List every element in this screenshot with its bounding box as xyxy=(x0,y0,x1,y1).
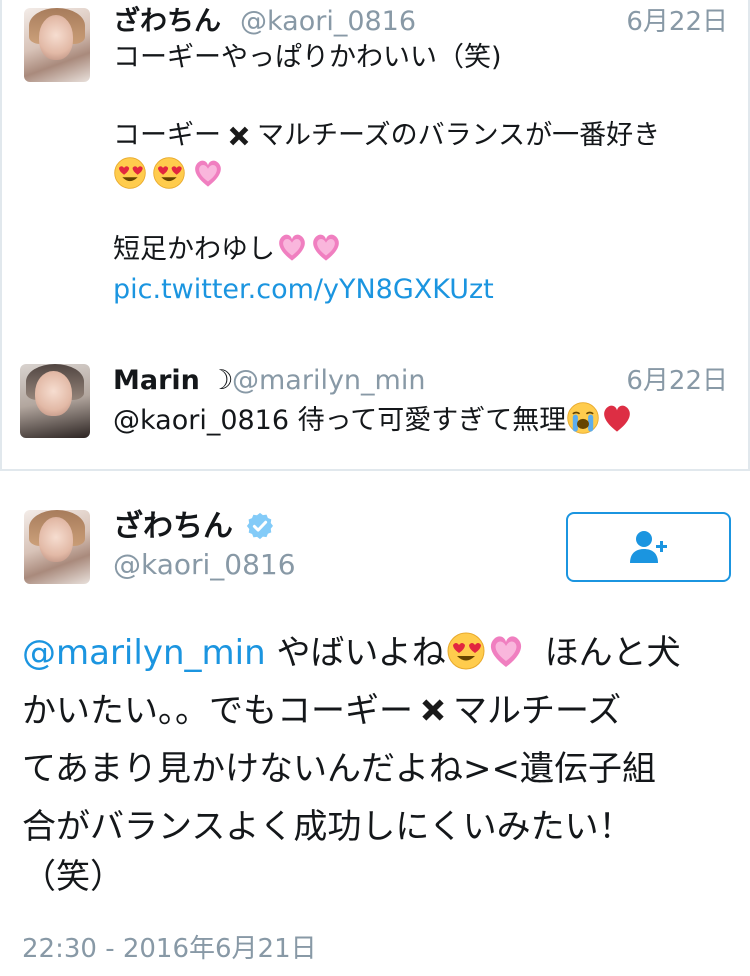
red-heart-emoji xyxy=(600,401,634,435)
reply-author-name[interactable]: Marin ☽ xyxy=(113,364,234,398)
heart-eyes-emoji xyxy=(152,156,186,190)
tweet1-media-link[interactable]: pic.twitter.com/yYN8GXKUzt xyxy=(113,272,494,307)
heart-eyes-emoji xyxy=(113,156,147,190)
main-tweet-line1: @marilyn_min やばいよね ほんと犬 xyxy=(22,624,681,682)
reply-text-body: @kaori_0816 待って可愛すぎて無理 xyxy=(113,405,567,436)
main-tweet-line3: てあまり見かけないんだよね><遺伝子組 xyxy=(22,749,656,789)
tweet1-line1: コーギーやっぱりかわいい（笑) xyxy=(113,42,502,73)
main-tweet-line5: （笑） xyxy=(22,857,124,897)
heart-eyes-emoji xyxy=(446,631,486,671)
tweet1-emoji-row xyxy=(113,156,225,192)
moon-symbol: ☽ xyxy=(209,365,234,396)
growing-heart-emoji xyxy=(309,230,343,264)
tweet1-author-name[interactable]: ざわちん xyxy=(113,5,221,39)
avatar-zawachin-main[interactable] xyxy=(24,510,90,584)
tweet1-line2-part-b: マルチーズのバランスが一番好き xyxy=(257,120,661,151)
tweet1-line4-text: 短足かわゆし xyxy=(113,234,275,265)
reply-author-name-text: Marin xyxy=(113,365,200,396)
growing-heart-emoji xyxy=(486,631,526,671)
main-author-name[interactable]: ざわちん xyxy=(113,508,275,546)
tweet-timestamp[interactable]: 22:30 - 2016年6月21日 xyxy=(22,931,317,967)
tweet1-author-handle[interactable]: @kaori_0816 xyxy=(240,5,416,39)
reply-text: @kaori_0816 待って可愛すぎて無理 xyxy=(113,401,634,438)
growing-heart-emoji xyxy=(191,156,225,190)
heavy-x-icon xyxy=(225,122,253,150)
follow-button[interactable] xyxy=(566,512,731,582)
main-line2-part-b: マルチーズ xyxy=(453,691,622,731)
avatar-marin[interactable] xyxy=(20,364,90,438)
divider xyxy=(0,469,750,471)
tweet1-line2-part-a: コーギー xyxy=(113,120,221,151)
main-line1-part-b: ほんと犬 xyxy=(544,633,681,673)
reply-date[interactable]: 6月22日 xyxy=(626,364,728,398)
tweet1-line2: コーギー マルチーズのバランスが一番好き xyxy=(113,118,660,153)
main-author-name-text: ざわちん xyxy=(113,509,233,544)
verified-badge-icon xyxy=(247,512,274,540)
growing-heart-emoji xyxy=(275,230,309,264)
mention-link[interactable]: @marilyn_min xyxy=(22,633,266,673)
main-author-handle[interactable]: @kaori_0816 xyxy=(113,548,296,582)
loudly-crying-emoji xyxy=(566,401,600,435)
tweet1-line4: 短足かわゆし xyxy=(113,230,343,267)
avatar-zawachin-1[interactable] xyxy=(24,8,90,82)
tweet1-date[interactable]: 6月22日 xyxy=(626,5,728,39)
reply-author-handle[interactable]: @marilyn_min xyxy=(232,364,425,398)
left-border xyxy=(0,0,2,469)
main-line2-part-a: かいたい。。でもコーギー xyxy=(22,691,413,731)
follow-user-icon xyxy=(629,531,667,563)
main-tweet-line2: かいたい。。でもコーギー マルチーズ xyxy=(22,682,621,740)
heavy-x-icon xyxy=(417,694,449,726)
main-line1-part-a: やばいよね xyxy=(276,633,446,673)
